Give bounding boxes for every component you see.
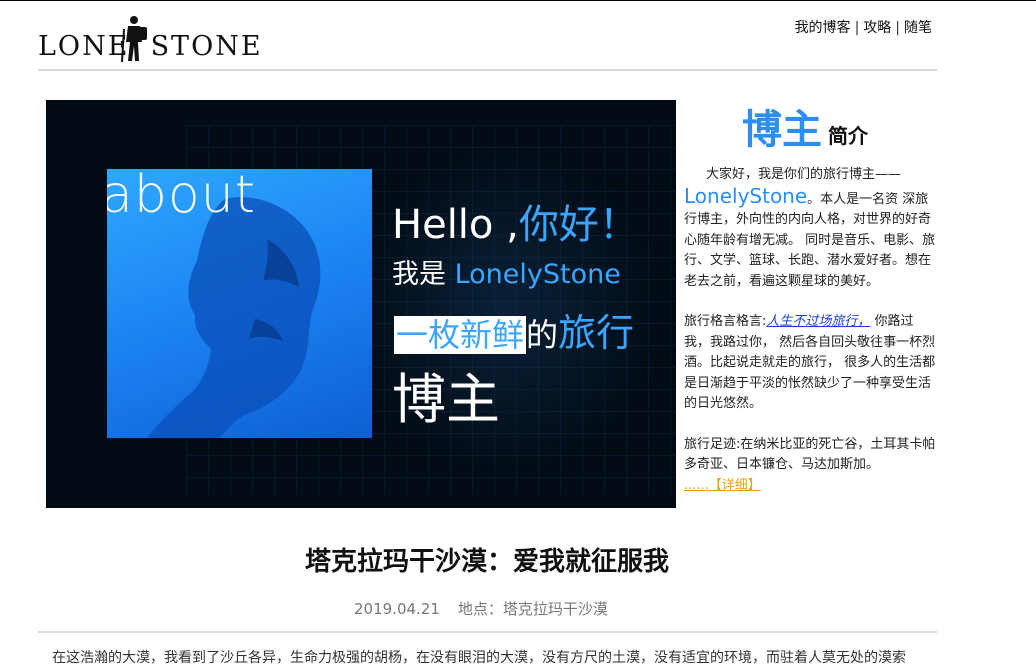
nav-separator: | <box>854 20 860 36</box>
motto-label: 旅行格言格言: <box>684 314 767 329</box>
post-title[interactable]: 塔克拉玛干沙漠：爱我就征服我 <box>0 541 974 578</box>
post-location: 地点：塔克拉玛干沙漠 <box>457 600 608 618</box>
nav-guides[interactable]: 攻略 <box>863 20 891 36</box>
hello-cn: 你好 <box>518 202 599 248</box>
fresh-travel: 旅行 <box>558 311 635 355</box>
logo-text: LONE STONE <box>38 31 263 62</box>
nav-my-blog[interactable]: 我的博客 <box>795 20 851 36</box>
hello-en: Hello , <box>392 202 519 248</box>
footprint-paragraph: 旅行足迹:在纳米比亚的死亡谷，土耳其卡帕多奇亚、日本镰仓、马达加斯加。.....… <box>684 435 936 497</box>
hero-hello: Hello ,你好！ <box>392 192 639 250</box>
hero-fresh: 一枚新鲜的旅行 <box>394 302 634 357</box>
post-date: 2019.04.21 <box>354 600 440 618</box>
nav-separator: | <box>895 20 900 36</box>
detail-link[interactable]: ......【详细】 <box>684 478 761 493</box>
nav-essays[interactable]: 随笔 <box>904 20 932 36</box>
site-logo[interactable]: LONE STONE <box>38 15 278 63</box>
post-meta: 2019.04.21 地点：塔克拉玛干沙漠 <box>354 598 608 619</box>
iam-prefix: 我是 <box>392 259 455 290</box>
hero-portrait: about <box>107 169 372 438</box>
fresh-highlight: 一枚新鲜 <box>394 316 527 354</box>
hero-blogger: 博主 <box>392 368 500 431</box>
hero-iam: 我是 LonelyStone <box>392 252 621 291</box>
post-excerpt: 在这浩瀚的大漠，我看到了沙丘各异，生命力极强的胡杨，在没有眼泪的大漠，没有方尺的… <box>52 650 906 666</box>
footprint-text: 旅行足迹:在纳米比亚的死亡谷，土耳其卡帕多奇亚、日本镰仓、马达加斯加。 <box>684 436 936 473</box>
top-nav: 我的博客 | 攻略 | 随笔 <box>795 17 932 37</box>
fresh-de: 的 <box>526 316 559 354</box>
sidebar-title-small: 简介 <box>828 124 868 148</box>
motto-paragraph: 旅行格言格言:人生不过场旅行， 你路过我，我路过你， 然后各自回头敬往事一杯烈酒… <box>684 312 936 415</box>
portrait-about-text: about <box>107 169 257 225</box>
header-divider <box>38 69 937 71</box>
sidebar-intro: 大家好，我是你们的旅行博主——LonelyStone。本人是一名资 深旅行博主，… <box>684 165 936 516</box>
backpacker-icon <box>121 16 147 63</box>
iam-name: LonelyStone <box>454 259 621 290</box>
post-divider <box>38 631 937 633</box>
intro-pre: 大家好，我是你们的旅行博主—— <box>706 167 902 182</box>
sidebar-title: 博主 简介 <box>742 97 868 155</box>
intro-name: LonelyStone <box>684 183 808 208</box>
sidebar-title-big: 博主 <box>742 107 822 153</box>
motto-link[interactable]: 人生不过场旅行， <box>766 314 870 329</box>
intro-paragraph: 大家好，我是你们的旅行博主——LonelyStone。本人是一名资 深旅行博主，… <box>684 165 936 292</box>
hero-banner: about Hello ,你好！ 我是 LonelyStone 一枚新鲜的旅行 … <box>46 100 676 508</box>
hello-exclaim: ！ <box>598 202 639 248</box>
